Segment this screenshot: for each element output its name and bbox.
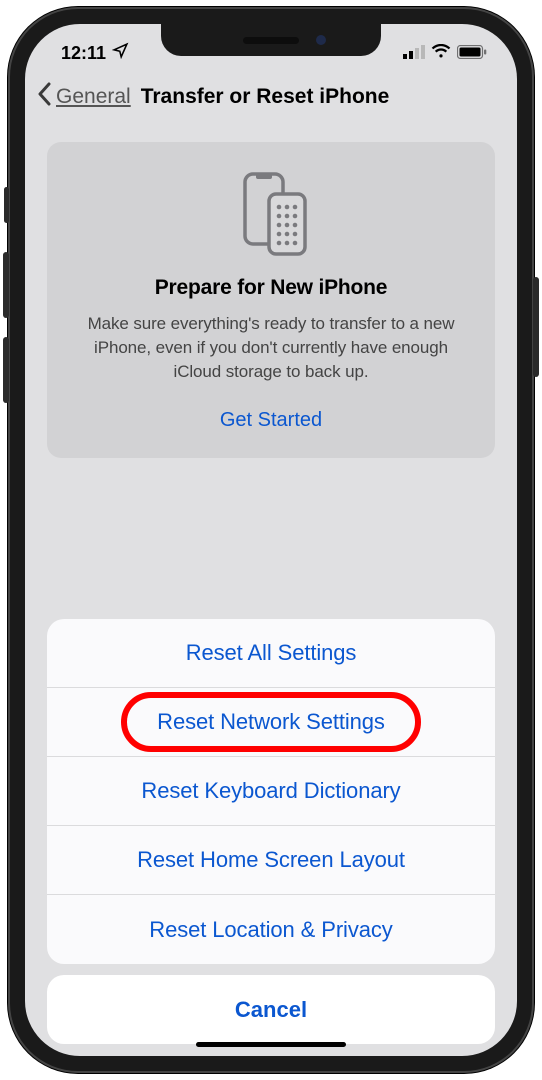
cancel-label: Cancel xyxy=(235,997,307,1023)
notch xyxy=(161,24,381,56)
home-indicator[interactable] xyxy=(196,1042,346,1047)
sheet-item-label: Reset Home Screen Layout xyxy=(137,847,405,873)
location-arrow-icon xyxy=(112,42,129,64)
phone-frame: 12:11 xyxy=(8,7,534,1073)
power-button xyxy=(533,277,539,377)
get-started-button[interactable]: Get Started xyxy=(69,409,473,432)
screen: 12:11 xyxy=(25,24,517,1056)
mute-switch xyxy=(4,187,9,223)
cellular-signal-icon xyxy=(403,43,425,64)
back-chevron-icon[interactable] xyxy=(37,82,52,112)
sheet-item-label: Reset Location & Privacy xyxy=(149,917,392,943)
reset-keyboard-dictionary[interactable]: Reset Keyboard Dictionary xyxy=(47,757,495,826)
back-button-label[interactable]: General xyxy=(56,85,131,109)
prepare-card: Prepare for New iPhone Make sure everyth… xyxy=(47,142,495,458)
status-right xyxy=(403,43,487,64)
volume-down-button xyxy=(3,337,9,403)
volume-up-button xyxy=(3,252,9,318)
sheet-item-label: Reset Network Settings xyxy=(157,709,385,735)
prepare-description: Make sure everything's ready to transfer… xyxy=(69,312,473,383)
sheet-item-label: Reset Keyboard Dictionary xyxy=(141,778,400,804)
prepare-title: Prepare for New iPhone xyxy=(69,276,473,300)
reset-network-settings[interactable]: Reset Network Settings xyxy=(47,688,495,757)
devices-icon xyxy=(69,170,473,258)
nav-bar: General Transfer or Reset iPhone xyxy=(25,72,517,122)
cancel-button[interactable]: Cancel xyxy=(47,975,495,1044)
status-left: 12:11 xyxy=(61,42,129,64)
wifi-icon xyxy=(431,43,451,64)
battery-icon xyxy=(457,43,487,64)
reset-location-privacy[interactable]: Reset Location & Privacy xyxy=(47,895,495,964)
action-sheet-container: Reset All Settings Reset Network Setting… xyxy=(47,619,495,1056)
reset-all-settings[interactable]: Reset All Settings xyxy=(47,619,495,688)
status-time: 12:11 xyxy=(61,43,106,64)
content-area: Prepare for New iPhone Make sure everyth… xyxy=(25,122,517,1056)
page-title: Transfer or Reset iPhone xyxy=(141,85,390,109)
reset-home-screen-layout[interactable]: Reset Home Screen Layout xyxy=(47,826,495,895)
reset-action-sheet: Reset All Settings Reset Network Setting… xyxy=(47,619,495,964)
sheet-item-label: Reset All Settings xyxy=(186,640,357,666)
